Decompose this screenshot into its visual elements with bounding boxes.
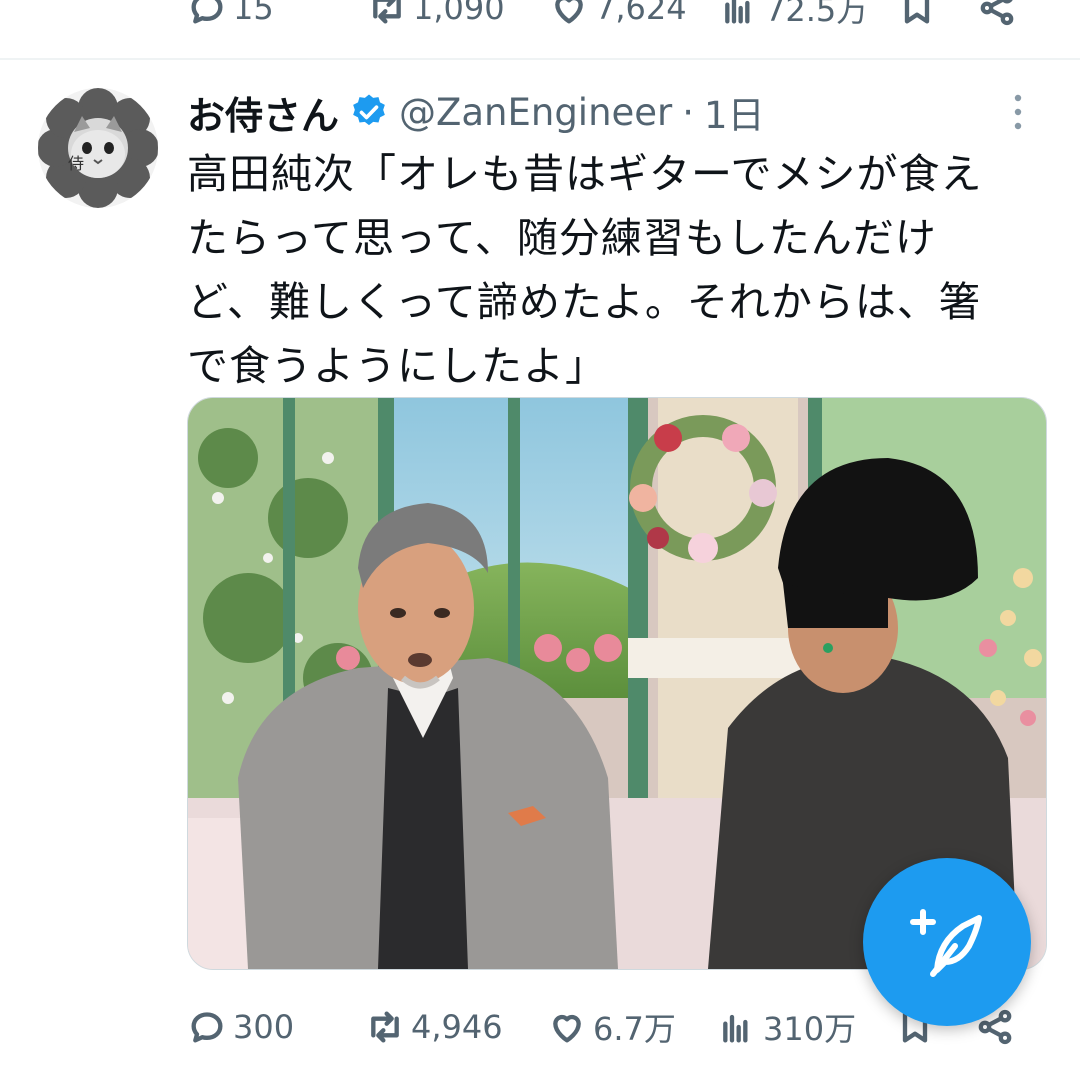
more-options-icon[interactable] bbox=[1006, 92, 1030, 132]
heart-icon bbox=[555, 0, 583, 24]
like-count: 6.7万 bbox=[593, 1010, 676, 1048]
reply-icon bbox=[191, 1012, 223, 1043]
reply-icon bbox=[191, 0, 223, 24]
retweet-button[interactable]: 4,946 bbox=[365, 1007, 503, 1047]
retweet-icon bbox=[371, 1011, 399, 1043]
author-handle[interactable]: @ZanEngineer bbox=[399, 91, 672, 134]
tweet-header: お侍さん @ZanEngineer · 1日 bbox=[187, 82, 765, 142]
like-button[interactable]: 7,624 bbox=[549, 0, 687, 28]
bookmark-button[interactable] bbox=[897, 0, 937, 28]
like-count: 7,624 bbox=[595, 0, 687, 27]
bookmark-icon bbox=[904, 0, 930, 24]
previous-tweet-action-bar: 15 1,090 7,624 72.5万 bbox=[187, 0, 1080, 38]
reply-count: 300 bbox=[233, 1008, 295, 1046]
views-count: 72.5万 bbox=[765, 0, 869, 29]
tweet-text: 高田純次「オレも昔はギターでメシが食え たらって思って、随分練習もしたんだけ ど… bbox=[187, 150, 983, 390]
compose-tweet-icon bbox=[910, 909, 982, 977]
retweet-count: 1,090 bbox=[413, 0, 505, 27]
share-button[interactable] bbox=[977, 0, 1017, 28]
avatar-label: 侍 bbox=[68, 154, 85, 173]
retweet-icon bbox=[373, 0, 401, 24]
views-button[interactable]: 72.5万 bbox=[719, 0, 868, 31]
share-icon bbox=[980, 0, 1014, 26]
retweet-button[interactable]: 1,090 bbox=[367, 0, 505, 28]
header-separator: · bbox=[682, 90, 695, 134]
views-button[interactable]: 310万 bbox=[717, 1004, 856, 1050]
tweet-divider bbox=[0, 58, 1080, 60]
like-button[interactable]: 6.7万 bbox=[547, 1004, 676, 1050]
views-count: 310万 bbox=[763, 1010, 857, 1048]
verified-badge-icon bbox=[353, 94, 385, 126]
retweet-count: 4,946 bbox=[411, 1008, 503, 1046]
avatar-image bbox=[38, 88, 158, 208]
heart-icon bbox=[553, 1014, 581, 1043]
reply-count: 15 bbox=[233, 0, 274, 27]
author-name[interactable]: お侍さん bbox=[187, 85, 339, 140]
compose-tweet-button[interactable] bbox=[863, 858, 1031, 1026]
tweet-time[interactable]: 1日 bbox=[704, 85, 765, 139]
avatar[interactable]: 侍 bbox=[38, 88, 158, 208]
views-icon bbox=[725, 0, 750, 24]
views-icon bbox=[723, 1014, 748, 1043]
reply-button[interactable]: 15 bbox=[187, 0, 274, 28]
reply-button[interactable]: 300 bbox=[187, 1007, 294, 1047]
